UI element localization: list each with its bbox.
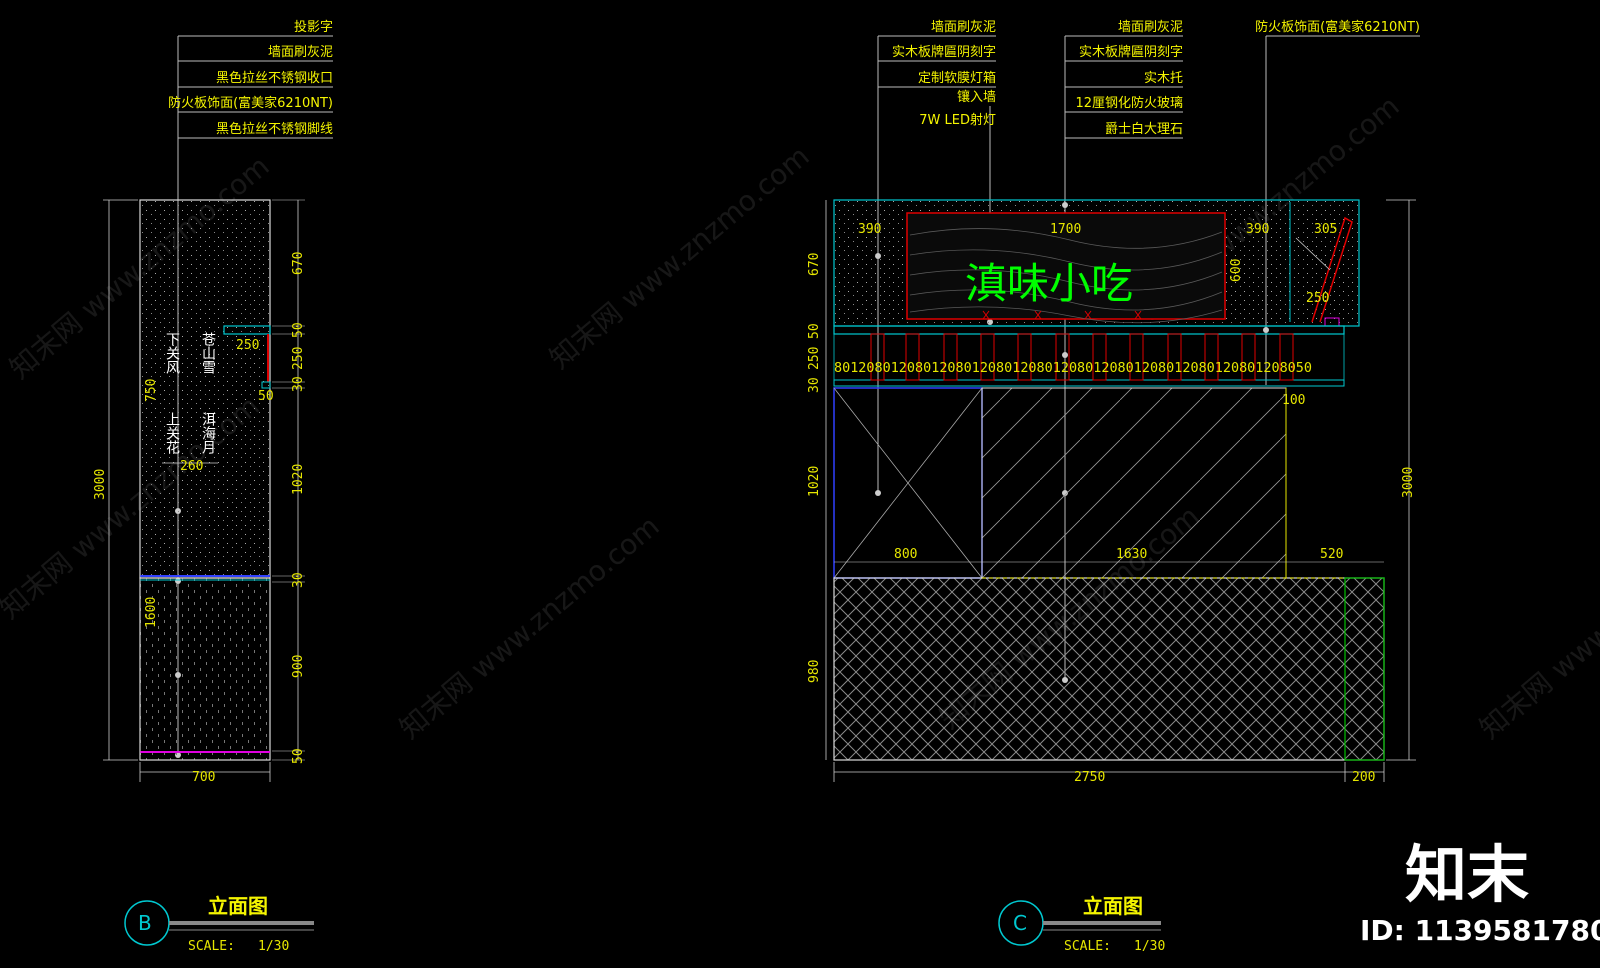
poem-line: 苍山雪: [200, 332, 216, 374]
callout-label: 防火板饰面(富美家6210NT): [1255, 19, 1420, 35]
dim-label: 3000: [1401, 467, 1416, 498]
dim-label: 1020: [291, 464, 306, 495]
dim-label: 750: [144, 379, 159, 402]
dim-label: 900: [291, 655, 306, 678]
poem-line: 上关花: [164, 412, 180, 455]
dim-label: 30: [291, 572, 306, 588]
marble-counter-base: [833, 577, 1385, 761]
dim-label: 1700: [1050, 222, 1081, 237]
callout-label: 12厘钢化防火玻璃: [1075, 95, 1183, 111]
callout-label: 墙面刷灰泥: [931, 20, 996, 35]
callout-label: 镶入墙: [957, 89, 996, 105]
dim-label: 3000: [93, 469, 108, 500]
scale-label: SCALE:: [1064, 939, 1111, 954]
dim-label: 670: [291, 252, 306, 275]
watermark: 知末网 www.znzmo.com: [543, 139, 815, 375]
callout-label: 实木板牌匾阴刻字: [1079, 44, 1183, 60]
dim-label: 1600: [144, 597, 159, 628]
brand-block: 知末 ID: 1139581780: [1360, 838, 1600, 947]
dim-label: 250: [1306, 291, 1329, 306]
watermark: 知末网 www.znzmo.com: [1473, 509, 1600, 745]
callout-label: 防火板饰面(富美家6210NT): [168, 95, 333, 111]
callout-label: 爵士白大理石: [1105, 121, 1183, 137]
dim-label: 980: [807, 660, 822, 683]
dim-label: 800: [894, 547, 917, 562]
scale-value: 1/30: [1134, 939, 1165, 954]
dim-label: 1020: [807, 466, 822, 497]
poem-line: 洱海月: [200, 412, 216, 455]
cad-drawing: 知末网 www.znzmo.com 知末网 www.znzmo.com 知末网 …: [0, 19, 1600, 954]
callout-label: 墙面刷灰泥: [268, 45, 333, 60]
dim-label: 250: [807, 347, 822, 370]
dim-label: 520: [1320, 547, 1343, 562]
dim-label: 600: [1229, 259, 1244, 282]
callout-label: 墙面刷灰泥: [1118, 20, 1183, 35]
scale-label: SCALE:: [188, 939, 235, 954]
fireproof-board-panel: [139, 577, 271, 761]
dim-label: 30: [291, 376, 306, 392]
callout-label: 定制软膜灯箱: [918, 70, 996, 86]
callout-label: 实木板牌匾阴刻字: [892, 44, 996, 60]
dim-label: 305: [1314, 222, 1337, 237]
dim-label: 2750: [1074, 770, 1105, 785]
dim-label: 50: [291, 748, 306, 764]
counter-top-edge: [833, 379, 1345, 387]
watermark: 知末网 www.znzmo.com: [393, 509, 665, 745]
dim-label: 250: [291, 347, 306, 370]
dim-label: 670: [807, 253, 822, 276]
dim-label: 50: [291, 322, 306, 338]
view-letter: B: [138, 911, 152, 935]
brand-id: ID: 1139581780: [1360, 914, 1600, 947]
view-title: 立面图: [208, 894, 268, 918]
view-letter: C: [1013, 911, 1027, 935]
dim-label: 30: [807, 377, 822, 393]
dim-label: 200: [1352, 770, 1375, 785]
dim-label: 1630: [1116, 547, 1147, 562]
dim-label: 260: [180, 459, 203, 474]
wall-plaster-panel: [139, 199, 271, 579]
dim-label: 390: [858, 222, 881, 237]
scale-value: 1/30: [258, 939, 289, 954]
callout-label: 黑色拉丝不锈钢脚线: [216, 121, 333, 137]
dim-label: 8012080120801208012080120801208012080120…: [834, 361, 1312, 376]
view-title: 立面图: [1083, 894, 1143, 918]
callout-label: 投影字: [294, 19, 333, 35]
callout-label: 黑色拉丝不锈钢收口: [216, 70, 333, 86]
view-title-b: B 立面图 SCALE: 1/30: [124, 894, 314, 954]
dim-label: 700: [192, 770, 215, 785]
dim-label: 50: [258, 389, 274, 404]
poem-line: 下关风: [164, 332, 180, 375]
view-title-c: C 立面图 SCALE: 1/30: [998, 894, 1165, 954]
dim-label: 250: [236, 338, 259, 353]
dim-label: 50: [807, 323, 822, 339]
brand-logo: 知末: [1405, 838, 1529, 911]
callout-label: 7W LED射灯: [919, 112, 996, 128]
callout-label: 实木托: [1144, 71, 1183, 86]
sign-text: 滇味小吃: [965, 259, 1133, 308]
dim-label: 390: [1246, 222, 1269, 237]
